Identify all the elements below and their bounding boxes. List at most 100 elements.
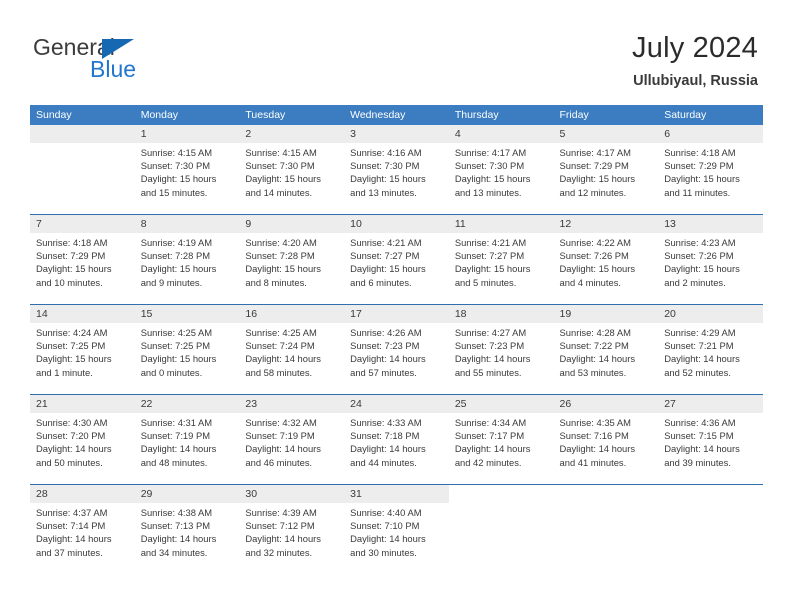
- sunrise-text: Sunrise: 4:16 AM: [350, 147, 422, 158]
- sunset-text: Sunset: 7:16 PM: [559, 430, 629, 442]
- day-info: Sunrise: 4:23 AM Sunset: 7:26 PM Dayligh…: [658, 233, 763, 289]
- day-number: 9: [239, 215, 345, 233]
- day-cell[interactable]: 17 Sunrise: 4:26 AM Sunset: 7:23 PM Dayl…: [344, 305, 449, 394]
- day-number: 10: [344, 215, 449, 233]
- day-cell[interactable]: 24 Sunrise: 4:33 AM Sunset: 7:18 PM Dayl…: [344, 395, 449, 484]
- day-number: 31: [344, 485, 449, 503]
- day-cell[interactable]: 25 Sunrise: 4:34 AM Sunset: 7:17 PM Dayl…: [448, 395, 554, 484]
- daylight-text-line1: Daylight: 15 hours: [245, 263, 321, 275]
- daylight-text-line1: Daylight: 14 hours: [140, 533, 217, 545]
- sunset-text: Sunset: 7:20 PM: [36, 430, 106, 442]
- sunset-text: Sunset: 7:12 PM: [245, 520, 315, 532]
- daylight-text-line1: Daylight: 15 hours: [140, 353, 217, 365]
- day-cell[interactable]: 19 Sunrise: 4:28 AM Sunset: 7:22 PM Dayl…: [553, 305, 659, 394]
- sunset-text: Sunset: 7:23 PM: [350, 340, 420, 352]
- sunrise-text: Sunrise: 4:39 AM: [245, 507, 317, 518]
- daylight-text-line1: Daylight: 15 hours: [454, 263, 531, 275]
- daylight-text-line2: and 5 minutes.: [454, 276, 517, 288]
- sunset-text: Sunset: 7:27 PM: [454, 250, 525, 262]
- daylight-text-line1: Daylight: 14 hours: [559, 443, 636, 455]
- day-cell[interactable]: 26 Sunrise: 4:35 AM Sunset: 7:16 PM Dayl…: [553, 395, 659, 484]
- day-cell[interactable]: 8 Sunrise: 4:19 AM Sunset: 7:28 PM Dayli…: [134, 215, 240, 304]
- day-cell[interactable]: 18 Sunrise: 4:27 AM Sunset: 7:23 PM Dayl…: [448, 305, 554, 394]
- day-number: 16: [239, 305, 345, 323]
- calendar-table: Sunday Monday Tuesday Wednesday Thursday…: [30, 105, 763, 574]
- day-cell[interactable]: 21 Sunrise: 4:30 AM Sunset: 7:20 PM Dayl…: [30, 395, 135, 484]
- sunset-text: Sunset: 7:22 PM: [559, 340, 629, 352]
- day-cell[interactable]: 2 Sunrise: 4:15 AM Sunset: 7:30 PM Dayli…: [239, 125, 345, 214]
- sunset-text: Sunset: 7:19 PM: [140, 430, 211, 442]
- day-cell[interactable]: 6 Sunrise: 4:18 AM Sunset: 7:29 PM Dayli…: [658, 125, 763, 214]
- day-cell[interactable]: 16 Sunrise: 4:25 AM Sunset: 7:24 PM Dayl…: [239, 305, 345, 394]
- day-info: Sunrise: 4:34 AM Sunset: 7:17 PM Dayligh…: [449, 413, 554, 469]
- daylight-text-line1: Daylight: 14 hours: [350, 443, 426, 455]
- daylight-text-line2: and 13 minutes.: [454, 186, 522, 198]
- brand-name-blue: Blue: [90, 56, 137, 82]
- weekday-header-saturday: Saturday: [658, 105, 763, 125]
- day-info: Sunrise: 4:36 AM Sunset: 7:15 PM Dayligh…: [658, 413, 763, 469]
- day-cell[interactable]: 14 Sunrise: 4:24 AM Sunset: 7:25 PM Dayl…: [30, 305, 135, 394]
- daylight-text-line2: and 14 minutes.: [245, 186, 313, 198]
- day-cell[interactable]: 3 Sunrise: 4:16 AM Sunset: 7:30 PM Dayli…: [344, 125, 449, 214]
- sunrise-text: Sunrise: 4:27 AM: [454, 327, 527, 338]
- sunrise-text: Sunrise: 4:20 AM: [245, 237, 317, 248]
- page-subtitle-location: Ullubiyaul, Russia: [633, 73, 758, 89]
- daylight-text-line2: and 39 minutes.: [664, 456, 731, 468]
- sunrise-text: Sunrise: 4:19 AM: [140, 237, 213, 248]
- day-info: Sunrise: 4:15 AM Sunset: 7:30 PM Dayligh…: [135, 143, 240, 199]
- day-cell[interactable]: 12 Sunrise: 4:22 AM Sunset: 7:26 PM Dayl…: [553, 215, 659, 304]
- day-number: 29: [134, 485, 240, 503]
- day-cell[interactable]: 9 Sunrise: 4:20 AM Sunset: 7:28 PM Dayli…: [239, 215, 345, 304]
- day-cell[interactable]: 10 Sunrise: 4:21 AM Sunset: 7:27 PM Dayl…: [344, 215, 449, 304]
- day-cell[interactable]: 22 Sunrise: 4:31 AM Sunset: 7:19 PM Dayl…: [134, 395, 240, 484]
- day-cell[interactable]: 4 Sunrise: 4:17 AM Sunset: 7:30 PM Dayli…: [448, 125, 554, 214]
- daylight-text-line2: and 13 minutes.: [350, 186, 417, 198]
- day-cell[interactable]: [30, 125, 135, 214]
- sunset-text: Sunset: 7:18 PM: [350, 430, 420, 442]
- day-cell-empty: [658, 485, 763, 574]
- daylight-text-line1: Daylight: 14 hours: [454, 443, 531, 455]
- weekday-header-friday: Friday: [553, 105, 659, 125]
- day-number: 24: [344, 395, 449, 413]
- day-cell[interactable]: 27 Sunrise: 4:36 AM Sunset: 7:15 PM Dayl…: [658, 395, 763, 484]
- day-cell[interactable]: 11 Sunrise: 4:21 AM Sunset: 7:27 PM Dayl…: [448, 215, 554, 304]
- sunrise-text: Sunrise: 4:35 AM: [559, 417, 631, 428]
- sunrise-text: Sunrise: 4:32 AM: [245, 417, 317, 428]
- day-number: [554, 485, 659, 503]
- day-cell[interactable]: 13 Sunrise: 4:23 AM Sunset: 7:26 PM Dayl…: [658, 215, 763, 304]
- sunset-text: Sunset: 7:30 PM: [245, 160, 315, 172]
- daylight-text-line1: Daylight: 14 hours: [350, 533, 426, 545]
- sunrise-text: Sunrise: 4:15 AM: [140, 147, 213, 158]
- daylight-text-line2: and 4 minutes.: [559, 276, 622, 288]
- day-info: Sunrise: 4:20 AM Sunset: 7:28 PM Dayligh…: [239, 233, 344, 289]
- day-cell[interactable]: 29 Sunrise: 4:38 AM Sunset: 7:13 PM Dayl…: [134, 485, 240, 574]
- daylight-text-line2: and 53 minutes.: [559, 366, 627, 378]
- day-cell-empty: [554, 485, 659, 574]
- daylight-text-line2: and 44 minutes.: [350, 456, 417, 468]
- day-cell[interactable]: 7 Sunrise: 4:18 AM Sunset: 7:29 PM Dayli…: [30, 215, 135, 304]
- day-info: Sunrise: 4:39 AM Sunset: 7:12 PM Dayligh…: [239, 503, 344, 559]
- daylight-text-line1: Daylight: 15 hours: [36, 353, 112, 365]
- day-cell[interactable]: 5 Sunrise: 4:17 AM Sunset: 7:29 PM Dayli…: [553, 125, 659, 214]
- day-cell[interactable]: 1 Sunrise: 4:15 AM Sunset: 7:30 PM Dayli…: [134, 125, 240, 214]
- day-info: Sunrise: 4:18 AM Sunset: 7:29 PM Dayligh…: [30, 233, 135, 289]
- sunrise-text: Sunrise: 4:30 AM: [36, 417, 108, 428]
- day-cell[interactable]: 23 Sunrise: 4:32 AM Sunset: 7:19 PM Dayl…: [239, 395, 345, 484]
- day-cell[interactable]: 15 Sunrise: 4:25 AM Sunset: 7:25 PM Dayl…: [134, 305, 240, 394]
- day-number: [30, 125, 135, 143]
- daylight-text-line1: Daylight: 14 hours: [664, 353, 740, 365]
- day-number: 25: [448, 395, 554, 413]
- brand-logo[interactable]: General Blue: [33, 36, 283, 90]
- day-number: 19: [553, 305, 659, 323]
- day-cell[interactable]: 31 Sunrise: 4:40 AM Sunset: 7:10 PM Dayl…: [344, 485, 449, 574]
- day-number: 12: [553, 215, 659, 233]
- day-cell[interactable]: 28 Sunrise: 4:37 AM Sunset: 7:14 PM Dayl…: [30, 485, 135, 574]
- sunset-text: Sunset: 7:13 PM: [140, 520, 211, 532]
- day-cell[interactable]: 30 Sunrise: 4:39 AM Sunset: 7:12 PM Dayl…: [239, 485, 345, 574]
- day-cell[interactable]: 20 Sunrise: 4:29 AM Sunset: 7:21 PM Dayl…: [658, 305, 763, 394]
- sunset-text: Sunset: 7:17 PM: [454, 430, 525, 442]
- daylight-text-line2: and 12 minutes.: [559, 186, 627, 198]
- weekday-header-tuesday: Tuesday: [239, 105, 345, 125]
- day-number: 27: [658, 395, 763, 413]
- day-info: Sunrise: 4:25 AM Sunset: 7:25 PM Dayligh…: [135, 323, 240, 379]
